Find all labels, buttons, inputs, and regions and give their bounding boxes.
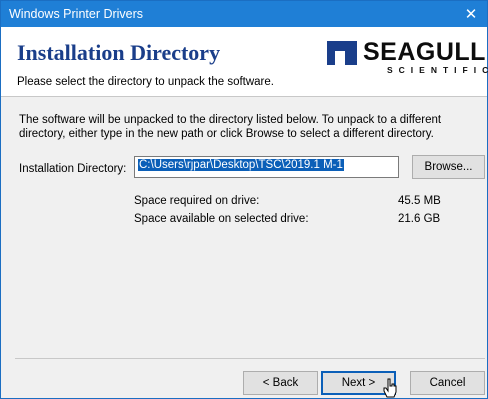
space-required-value: 45.5 MB (398, 195, 441, 207)
space-available-value: 21.6 GB (398, 213, 441, 225)
cancel-button[interactable]: Cancel (410, 371, 485, 395)
directory-input[interactable]: C:\Users\rjpar\Desktop\TSC\2019.1 M-1 (134, 156, 399, 178)
hand-cursor-icon (383, 378, 397, 398)
instructions-text: The software will be unpacked to the dir… (19, 114, 442, 140)
page-subtitle: Please select the directory to unpack th… (17, 76, 274, 88)
logo-brand-subtext: SCIENTIFIC (387, 65, 488, 75)
seagull-logo: SEAGULL SCIENTIFIC (327, 38, 488, 80)
title-bar[interactable]: Windows Printer Drivers ✕ (1, 1, 487, 27)
footer-divider (15, 358, 485, 359)
close-icon[interactable]: ✕ (457, 1, 485, 27)
seagull-logo-mark-icon (327, 41, 357, 65)
wizard-header: Installation Directory Please select the… (1, 27, 488, 97)
installer-window: Windows Printer Drivers ✕ Installation D… (0, 0, 488, 399)
logo-brand-text: SEAGULL (363, 38, 486, 66)
directory-input-value: C:\Users\rjpar\Desktop\TSC\2019.1 M-1 (138, 159, 344, 171)
space-available-label: Space available on selected drive: (134, 213, 309, 225)
back-button[interactable]: < Back (243, 371, 318, 395)
directory-label: Installation Directory: (19, 163, 127, 175)
window-title: Windows Printer Drivers (9, 7, 144, 21)
space-required-label: Space required on drive: (134, 195, 260, 207)
browse-button[interactable]: Browse... (412, 155, 485, 179)
page-title: Installation Directory (17, 40, 221, 65)
